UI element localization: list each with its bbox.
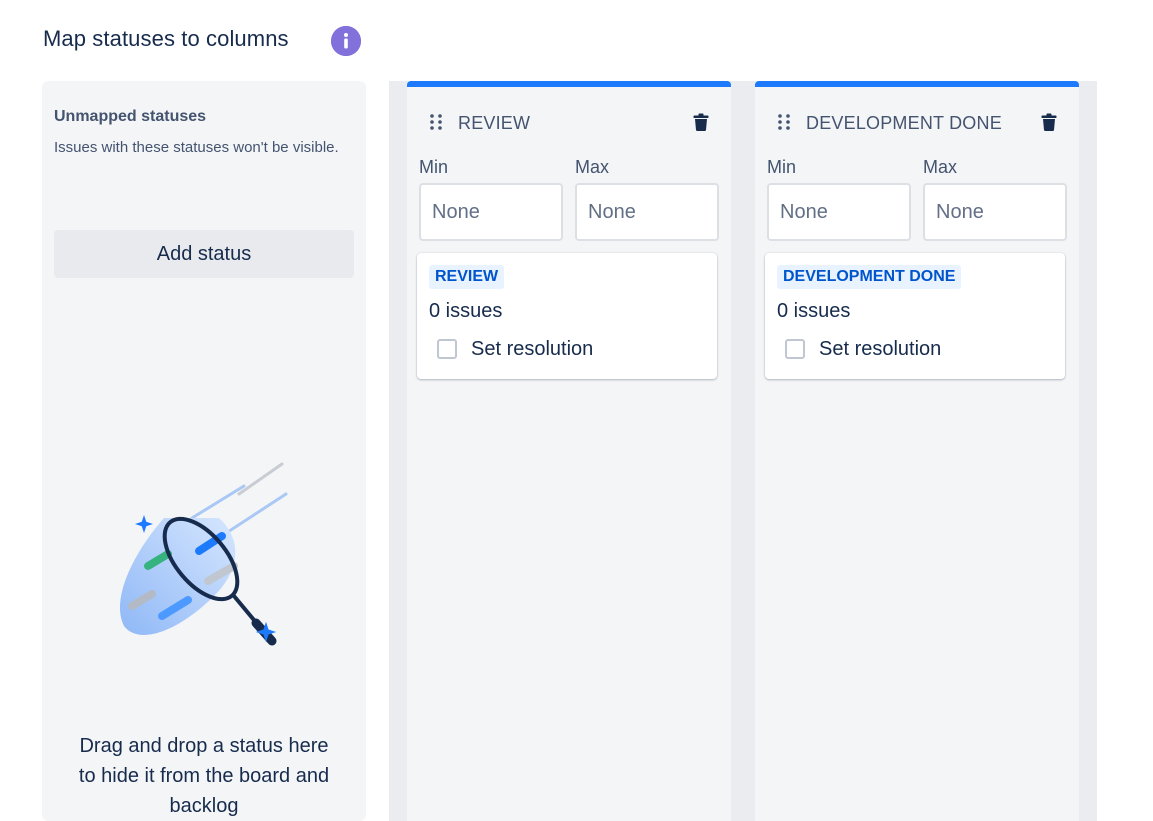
column-header: DEVELOPMENT DONE xyxy=(755,107,1079,139)
status-lozenge: REVIEW xyxy=(429,265,505,289)
min-label: Min xyxy=(767,157,797,177)
add-status-button[interactable]: Add status xyxy=(54,230,354,278)
max-input[interactable] xyxy=(923,183,1067,241)
drag-handle-icon[interactable] xyxy=(777,113,791,131)
issue-count: 0 issues xyxy=(777,300,851,322)
set-resolution-checkbox[interactable] xyxy=(785,339,805,359)
status-card-review[interactable]: REVIEW 0 issues Set resolution xyxy=(417,253,717,379)
column-name: DEVELOPMENT DONE xyxy=(806,113,1002,133)
min-input[interactable] xyxy=(767,183,911,241)
unmapped-statuses-panel: Unmapped statuses Issues with these stat… xyxy=(42,81,366,821)
max-label: Max xyxy=(923,157,958,177)
drop-hint-text: Drag and drop a status here to hide it f… xyxy=(78,735,330,817)
column-review[interactable]: REVIEW Min Max REVIEW 0 issues Set resol… xyxy=(407,81,731,821)
trash-icon[interactable] xyxy=(1041,113,1057,131)
set-resolution-label: Set resolution xyxy=(471,337,594,360)
status-lozenge: DEVELOPMENT DONE xyxy=(777,265,962,289)
min-label: Min xyxy=(419,157,449,177)
unmapped-title: Unmapped statuses xyxy=(54,108,207,125)
max-label: Max xyxy=(575,157,610,177)
drag-handle-icon[interactable] xyxy=(429,113,443,131)
set-resolution-row[interactable]: Set resolution xyxy=(437,337,593,361)
unmapped-description: Issues with these statuses won't be visi… xyxy=(54,139,339,156)
column-name: REVIEW xyxy=(458,113,531,133)
column-header: REVIEW xyxy=(407,107,731,139)
page-title: Map statuses to columns xyxy=(43,26,289,51)
empty-state-illustration xyxy=(119,462,288,646)
set-resolution-checkbox[interactable] xyxy=(437,339,457,359)
info-icon-glyph xyxy=(331,26,361,56)
trash-icon[interactable] xyxy=(693,113,709,131)
max-input[interactable] xyxy=(575,183,719,241)
set-resolution-row[interactable]: Set resolution xyxy=(785,337,941,361)
status-card-development-done[interactable]: DEVELOPMENT DONE 0 issues Set resolution xyxy=(765,253,1065,379)
info-icon[interactable] xyxy=(331,26,361,56)
column-development-done[interactable]: DEVELOPMENT DONE Min Max DEVELOPMENT DON… xyxy=(755,81,1079,821)
issue-count: 0 issues xyxy=(429,300,503,322)
set-resolution-label: Set resolution xyxy=(819,337,942,360)
min-input[interactable] xyxy=(419,183,563,241)
